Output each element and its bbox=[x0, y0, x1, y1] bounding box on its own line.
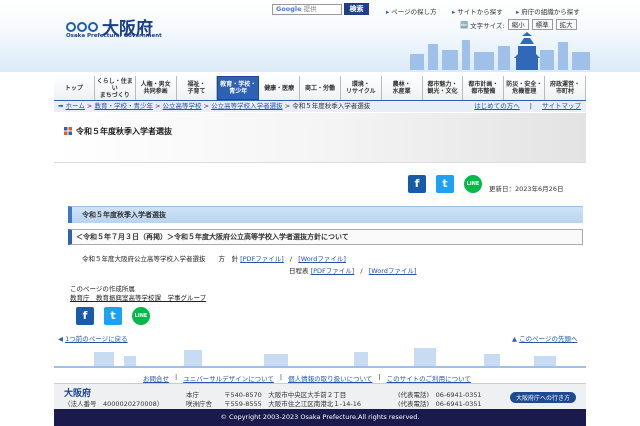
search-placeholder: 提供 bbox=[303, 5, 317, 13]
schedule-pdf-link[interactable]: [PDFファイル] bbox=[311, 267, 355, 275]
page-title: 令和５年度秋季入学者選抜 bbox=[76, 127, 172, 136]
breadcrumb-education[interactable]: 教育・学校・青少年 bbox=[94, 102, 153, 110]
font-standard-button[interactable]: 標準 bbox=[531, 19, 553, 30]
author-org-link[interactable]: 教育庁 教育振興室高等学校課 学事グループ bbox=[70, 292, 206, 302]
google-logo: Google bbox=[276, 5, 302, 13]
twitter-share-icon[interactable]: t bbox=[436, 175, 454, 193]
title-squares-icon bbox=[64, 127, 72, 135]
footer-contact-link[interactable]: お問合せ bbox=[140, 373, 172, 383]
separator: | bbox=[378, 373, 381, 381]
footer-links: お問合せ | ユニバーサルデザインについて | 個人情報の取り扱いについて | このサ… bbox=[140, 373, 474, 383]
twitter-share-icon[interactable]: t bbox=[104, 307, 122, 325]
link-find-page[interactable]: ページの探し方 bbox=[386, 6, 436, 16]
policy-word-link[interactable]: [Wordファイル] bbox=[298, 255, 346, 263]
sitemap-link[interactable]: サイトマップ bbox=[537, 101, 586, 112]
footer-usage-link[interactable]: このサイトのご利用について bbox=[384, 373, 474, 383]
back-triangle-icon: ◀ bbox=[58, 335, 63, 343]
access-button[interactable]: 大阪府庁への行き方 bbox=[510, 392, 577, 403]
nav-item-0[interactable]: トップ bbox=[54, 76, 95, 100]
logo-english-text: Osaka Prefectural Government bbox=[66, 33, 162, 39]
back-link[interactable]: 1つ前のページに戻る bbox=[65, 335, 128, 343]
nav-item-1[interactable]: くらし・住まい まちづくり bbox=[94, 76, 136, 100]
nav-item-7[interactable]: 環境・ リサイクル bbox=[340, 76, 382, 100]
nav-item-3[interactable]: 福祉・ 子育て bbox=[176, 76, 218, 100]
schedule-label: 日程表 bbox=[289, 267, 309, 275]
policy-pdf-link[interactable]: [PDFファイル] bbox=[240, 255, 284, 263]
separator: / bbox=[289, 255, 293, 263]
site-header: 大阪府 Osaka Prefectural Government Google … bbox=[0, 0, 640, 72]
breadcrumb-current: 令和５年度秋季入学者選抜 bbox=[292, 102, 371, 110]
nav-item-11[interactable]: 防災・安全・ 危機管理 bbox=[504, 76, 546, 100]
footer-office2: 咲洲庁舎 bbox=[186, 400, 212, 408]
footer-addr2: 〒559-8555 大阪市住之江区南港北１-14-16 bbox=[224, 400, 362, 408]
back-link-row: ◀ 1つ前のページに戻る bbox=[58, 333, 128, 343]
first-time-link[interactable]: はじめての方へ bbox=[469, 101, 525, 112]
line-share-icon[interactable]: LINE bbox=[464, 175, 482, 193]
footer-privacy-link[interactable]: 個人情報の取り扱いについて bbox=[285, 373, 375, 383]
facebook-share-icon[interactable]: f bbox=[76, 307, 94, 325]
logo-ring-icon bbox=[66, 21, 76, 32]
schedule-row: 日程表 [PDFファイル] / [Wordファイル] bbox=[289, 265, 416, 275]
footer-tel2: (代表電話) 06-6941-0351 bbox=[398, 400, 482, 408]
top-link[interactable]: このページの先頭へ bbox=[519, 335, 577, 343]
updated-date: 更新日：2023年6月26日 bbox=[489, 185, 564, 193]
separator: | bbox=[529, 102, 532, 110]
policy-label: 令和５年度大阪府公立高等学校入学者選抜 方 針 bbox=[82, 255, 238, 263]
schedule-word-link[interactable]: [Wordファイル] bbox=[369, 267, 417, 275]
nav-item-5[interactable]: 健康・医療 bbox=[259, 76, 301, 100]
nav-item-6[interactable]: 商工・労働 bbox=[300, 76, 341, 100]
subsection-heading: ＜令和５年７月３日（再掲）＞令和５年度大阪府公立高等学校入学者選抜方針について bbox=[68, 229, 583, 245]
nav-item-8[interactable]: 農林・ 水産業 bbox=[381, 76, 423, 100]
footer-ud-link[interactable]: ユニバーサルデザインについて bbox=[180, 373, 277, 383]
breadcrumb: ➡ ホーム > 教育・学校・青少年 > 公立高等学校 > 公立高等学校入学者選抜… bbox=[54, 101, 586, 112]
link-org[interactable]: 府庁の組織から探す bbox=[516, 6, 580, 16]
title-band: 令和５年度秋季入学者選抜 bbox=[54, 113, 586, 163]
breadcrumb-utility-links: はじめての方へ | サイトマップ bbox=[469, 101, 586, 112]
breadcrumb-public-high[interactable]: 公立高等学校 bbox=[163, 102, 202, 110]
copyright: © Copyright 2003-2023 Osaka Prefecture,A… bbox=[54, 409, 586, 426]
separator: | bbox=[175, 373, 178, 381]
nav-item-12[interactable]: 府政運営・ 市町村 bbox=[545, 76, 586, 100]
nav-item-9[interactable]: 都市魅力・ 観光・文化 bbox=[422, 76, 464, 100]
city-skyline-illustration bbox=[410, 32, 590, 70]
logo-ring-icon bbox=[77, 21, 87, 32]
up-triangle-icon: ▲ bbox=[512, 335, 517, 343]
decorative-skyline bbox=[54, 348, 586, 368]
breadcrumb-arrow-icon: ➡ bbox=[58, 102, 64, 110]
footer-info: 大阪府 （法人番号 4000020270008） 本庁 咲洲庁舎 〒540-85… bbox=[54, 383, 586, 409]
policy-row: 令和５年度大阪府公立高等学校入学者選抜 方 針 [PDFファイル] / [Wor… bbox=[82, 253, 346, 263]
font-large-button[interactable]: 拡大 bbox=[555, 19, 577, 30]
nav-item-4[interactable]: 教育・学校・ 青少年 bbox=[217, 76, 260, 100]
link-from-site[interactable]: サイトから探す bbox=[452, 6, 503, 16]
breadcrumb-admission[interactable]: 公立高等学校入学者選抜 bbox=[211, 102, 283, 110]
font-size-label: 文字サイズ: bbox=[470, 21, 505, 30]
nav-item-10[interactable]: 都市計画・ 都市整備 bbox=[463, 76, 505, 100]
footer-corp-no: （法人番号 4000020270008） bbox=[64, 400, 164, 408]
logo-ring-icon bbox=[88, 21, 98, 32]
section-heading: 令和５年度秋季入学者選抜 bbox=[68, 206, 583, 223]
facebook-share-icon[interactable]: f bbox=[408, 175, 426, 193]
font-size-icon: 🔤 bbox=[460, 20, 469, 29]
separator: / bbox=[360, 267, 363, 275]
nav-item-2[interactable]: 人権・男女 共同参画 bbox=[135, 76, 177, 100]
global-nav: トップ くらし・住まい まちづくり 人権・男女 共同参画 福祉・ 子育て 教育・学校・ … bbox=[54, 76, 586, 100]
breadcrumb-home[interactable]: ホーム bbox=[66, 102, 85, 110]
search-button[interactable]: 検索 bbox=[344, 3, 369, 15]
separator: | bbox=[279, 373, 283, 381]
top-link-row: ▲ このページの先頭へ bbox=[512, 333, 577, 343]
font-small-button[interactable]: 縮小 bbox=[507, 19, 529, 30]
search-input[interactable]: Google 提供 bbox=[272, 4, 342, 15]
line-share-icon[interactable]: LINE bbox=[132, 307, 150, 325]
font-size-control: 🔤 文字サイズ: 縮小 標準 拡大 bbox=[460, 19, 577, 30]
